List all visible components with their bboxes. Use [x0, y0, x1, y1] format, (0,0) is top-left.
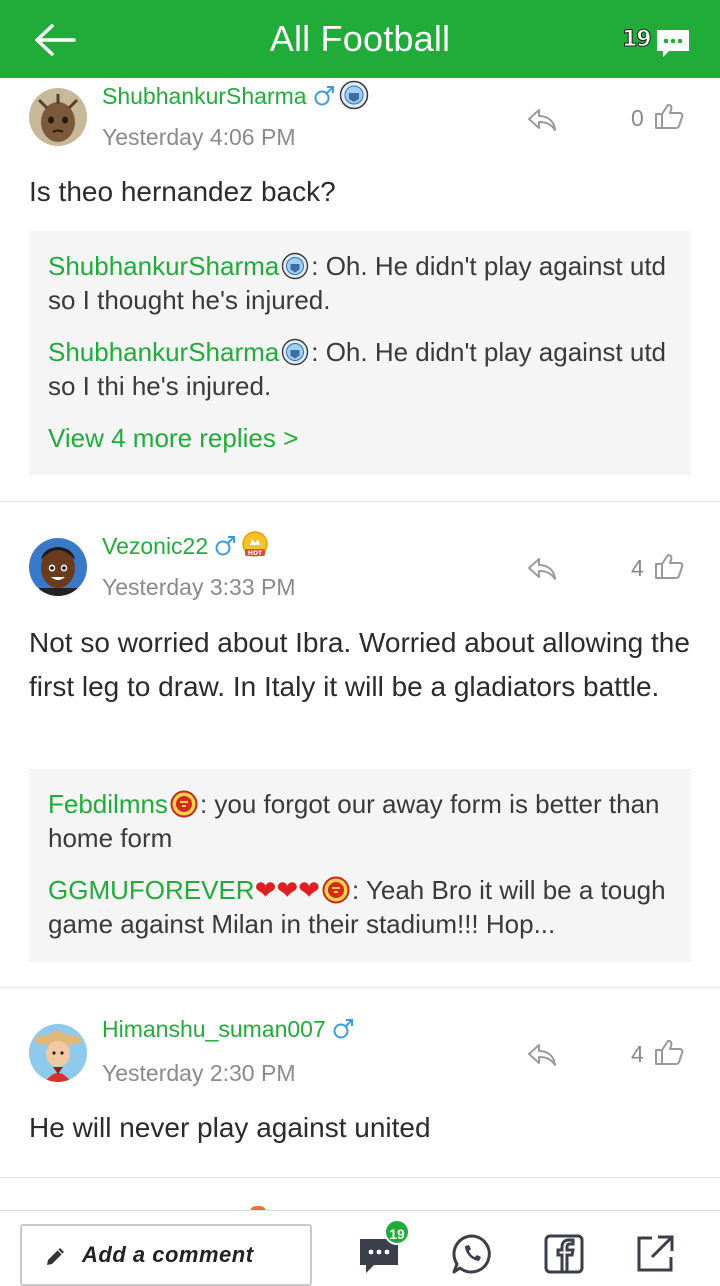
male-icon — [215, 536, 236, 556]
timestamp: Yesterday 3:33 PM — [102, 574, 296, 600]
reply-item: Febdilmns: you forgot our away form is b… — [48, 787, 671, 855]
reply-username[interactable]: Febdilmns — [48, 789, 168, 819]
comment-item: Himanshu_suman007 Yesterday 2:30 PM 4 He… — [0, 988, 720, 1178]
like-count: 4 — [631, 555, 644, 581]
page-title: All Football — [269, 18, 451, 59]
username-text[interactable]: Himanshu_suman007 — [102, 1016, 326, 1042]
svg-text:HOT: HOT — [248, 550, 263, 557]
reply-username[interactable]: ShubhankurSharma — [48, 337, 279, 367]
avatar[interactable] — [29, 88, 87, 146]
add-comment-label: Add a comment — [82, 1242, 254, 1267]
heart-emoji: ❤❤❤ — [254, 875, 320, 905]
username-text[interactable]: Vezonic22 — [102, 533, 208, 559]
thumbs-up-icon[interactable] — [654, 1038, 684, 1066]
reply-item: ShubhankurSharma: Oh. He didn't play aga… — [48, 335, 671, 403]
man-united-badge-icon — [170, 790, 198, 818]
like-count: 0 — [631, 105, 644, 131]
reply-username[interactable]: GGMUFOREVER — [48, 875, 255, 905]
comment-text: Not so worried about Ibra. Worried about… — [29, 627, 690, 702]
male-icon — [333, 1019, 353, 1039]
man-united-badge-icon — [322, 876, 350, 904]
comment-item: ShubhankurSharma Yesterday 4:06 PM 0 Is … — [0, 78, 720, 502]
comment-item: Vezonic22 HOT Yesterday 3:33 PM 4 Not so … — [0, 502, 720, 988]
reply-username[interactable]: ShubhankurSharma — [48, 251, 279, 281]
reply-icon[interactable] — [526, 1041, 558, 1069]
avatar[interactable] — [29, 538, 87, 596]
pencil-icon — [47, 1248, 64, 1265]
comment-text: Is theo hernandez back? — [29, 176, 336, 207]
message-count: 19 — [622, 27, 653, 53]
app-header: All Football 19 — [0, 0, 720, 78]
comment-text: He will never play against united — [29, 1112, 431, 1143]
reply-item: GGMUFOREVER❤❤❤: Yeah Bro it will be a to… — [48, 873, 671, 941]
male-icon — [314, 86, 334, 106]
reply-icon[interactable] — [526, 106, 558, 134]
thumbs-up-icon[interactable] — [654, 102, 684, 130]
man-city-badge-icon — [339, 80, 368, 110]
timestamp: Yesterday 2:30 PM — [102, 1060, 296, 1086]
man-city-badge-icon — [282, 338, 309, 366]
comment-username[interactable]: Vezonic22 HOT — [102, 530, 270, 560]
thumbs-up-icon[interactable] — [654, 552, 684, 580]
comments-count-badge: 19 — [384, 1219, 410, 1245]
bottom-action-bar: Add a comment 19 — [0, 1210, 720, 1286]
replies-box[interactable]: ShubhankurSharma: Oh. He didn't play aga… — [29, 231, 691, 475]
like-count: 4 — [631, 1041, 644, 1067]
timestamp: Yesterday 4:06 PM — [102, 124, 296, 150]
facebook-icon[interactable] — [543, 1233, 585, 1275]
hot-badge-icon: HOT — [242, 531, 268, 557]
reply-icon[interactable] — [526, 555, 558, 583]
share-icon[interactable] — [634, 1233, 676, 1275]
view-more-replies-link[interactable]: View 4 more replies > — [48, 421, 671, 455]
man-city-badge-icon — [282, 252, 309, 280]
avatar[interactable] — [29, 1024, 87, 1082]
whatsapp-icon[interactable] — [451, 1233, 493, 1275]
reply-item: ShubhankurSharma: Oh. He didn't play aga… — [48, 249, 671, 317]
username-text[interactable]: ShubhankurSharma — [102, 83, 307, 109]
chat-bubble-icon[interactable] — [655, 28, 691, 58]
comment-username[interactable]: Himanshu_suman007 — [102, 1016, 354, 1043]
replies-box[interactable]: Febdilmns: you forgot our away form is b… — [29, 769, 691, 962]
add-comment-button[interactable]: Add a comment — [20, 1224, 312, 1286]
comment-username[interactable]: ShubhankurSharma — [102, 80, 369, 110]
